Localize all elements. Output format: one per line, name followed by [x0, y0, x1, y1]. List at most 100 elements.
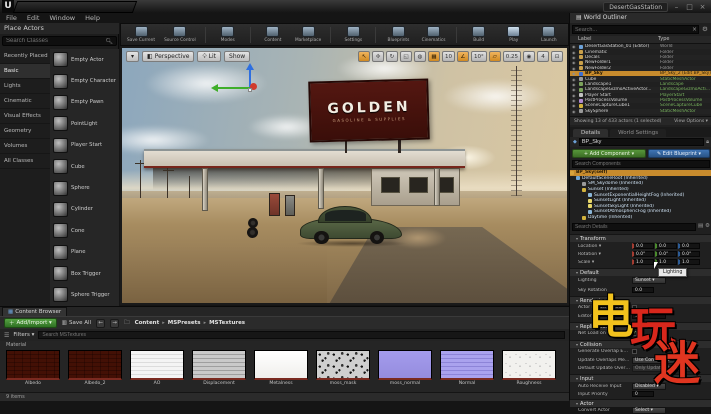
breadcrumb-mspresets[interactable]: MSPresets — [168, 320, 201, 326]
actor-item-pointlight[interactable]: PointLight — [50, 113, 119, 134]
outliner-row-cube[interactable]: ◉CubeStaticMeshActor — [570, 76, 711, 81]
convert-actor-dropdown[interactable]: Select ▾ — [632, 407, 666, 414]
details-filter-icon[interactable]: ▤ ⚙ — [698, 223, 710, 229]
visibility-eye-icon[interactable]: ◉ — [572, 66, 577, 71]
outliner-row-folder[interactable]: ◉DecalsFolder — [570, 55, 711, 60]
visibility-eye-icon[interactable]: ◉ — [572, 109, 577, 114]
scale-z-field[interactable]: 1.0 — [678, 259, 700, 265]
content-button[interactable]: Content — [260, 26, 286, 43]
components-search-input[interactable] — [572, 160, 710, 168]
tab-details[interactable]: Details — [573, 129, 608, 137]
section-actor[interactable]: Actor — [570, 399, 711, 407]
actor-item-sphere-trigger[interactable]: Sphere Trigger — [50, 284, 119, 305]
scale-x-field[interactable]: 1.0 — [632, 259, 654, 265]
show-button[interactable]: Show — [224, 51, 250, 62]
perspective-button[interactable]: ◧Perspective — [142, 51, 194, 62]
visibility-eye-icon[interactable]: ◉ — [572, 77, 577, 82]
cinematics-button[interactable]: Cinematics — [421, 26, 447, 43]
add-component-button[interactable]: + Add Component ▾ — [572, 149, 646, 158]
visibility-eye-icon[interactable]: ◉ — [572, 44, 577, 49]
source-control-button[interactable]: Source Control — [164, 26, 196, 43]
forward-button[interactable]: → — [110, 319, 119, 328]
maximize-viewport-button[interactable]: ⊡ — [551, 51, 563, 62]
category-basic[interactable]: Basic — [0, 64, 50, 79]
world-outliner-tab[interactable]: ▤ World Outliner — [570, 13, 711, 23]
actor-item-player-start[interactable]: Player Start — [50, 135, 119, 156]
lock-icon[interactable]: 🔒︎ — [706, 139, 709, 146]
visibility-eye-icon[interactable]: ◉ — [572, 55, 577, 60]
filter-chip-material[interactable]: Material — [6, 342, 26, 348]
default-overlaps-dropdown[interactable]: Only Update Movable ▾ — [632, 365, 691, 372]
content-browser-tab[interactable]: ▦ Content Browser — [2, 307, 67, 316]
add-import-button[interactable]: ＋Add/Import ▾ — [4, 318, 57, 328]
breadcrumb-content[interactable]: Content — [135, 320, 160, 326]
asset-tile-ao[interactable]: AO — [128, 350, 186, 390]
back-button[interactable]: ← — [96, 319, 105, 328]
asset-tile-metalness[interactable]: Metalness — [252, 350, 310, 390]
actor-name-field[interactable] — [579, 138, 704, 146]
asset-tile-moss-mask[interactable]: moss_mask — [314, 350, 372, 390]
grid-snap-value[interactable]: 10 — [442, 51, 455, 62]
rotation-snap-icon[interactable]: ∠ — [457, 51, 469, 62]
section-replication[interactable]: Replication — [570, 322, 711, 330]
minimize-button[interactable]: – — [672, 3, 681, 11]
visibility-eye-icon[interactable]: ◉ — [572, 60, 577, 65]
play-button[interactable]: Play — [501, 26, 527, 43]
close-button[interactable]: × — [698, 3, 707, 11]
actor-item-sphere[interactable]: Sphere — [50, 177, 119, 198]
scale-y-field[interactable]: 1.0 — [655, 259, 677, 265]
rotation-z-field[interactable]: 0.0° — [678, 251, 700, 257]
category-volumes[interactable]: Volumes — [0, 139, 50, 154]
asset-search-input[interactable] — [38, 331, 565, 339]
visibility-eye-icon[interactable]: ◉ — [572, 71, 577, 76]
category-geometry[interactable]: Geometry — [0, 124, 50, 139]
outliner-row-postprocess[interactable]: ◉PostProcessVolumePostProcessVolume — [570, 98, 711, 103]
marketplace-button[interactable]: Marketplace — [295, 26, 321, 43]
visibility-eye-icon[interactable]: ◉ — [572, 50, 577, 55]
menu-file[interactable]: File — [6, 14, 17, 22]
menu-edit[interactable]: Edit — [27, 14, 40, 22]
actor-item-cone[interactable]: Cone — [50, 220, 119, 241]
details-search-input[interactable] — [572, 223, 696, 231]
update-overlaps-dropdown[interactable]: Use Config Default ▾ — [632, 357, 685, 364]
section-default[interactable]: Default — [570, 268, 711, 276]
scale-snap-value[interactable]: 0.25 — [503, 51, 521, 62]
save-all-button[interactable]: ▥Save All — [62, 320, 91, 326]
visibility-eye-icon[interactable]: ◉ — [572, 87, 577, 92]
menu-window[interactable]: Window — [49, 14, 75, 22]
breadcrumb-mstextures[interactable]: MSTextures — [209, 320, 245, 326]
actor-item-plane[interactable]: Plane — [50, 242, 119, 263]
visibility-eye-icon[interactable]: ◉ — [572, 93, 577, 98]
outliner-search-input[interactable] — [572, 25, 699, 34]
edit-blueprint-button[interactable]: ✎ Edit Blueprint ▾ — [648, 149, 710, 158]
list-view-icon[interactable]: ☰ — [4, 332, 9, 339]
outliner-settings-icon[interactable]: ⚙ — [702, 25, 708, 33]
outliner-row-folder[interactable]: ◉CinematicFolder — [570, 49, 711, 54]
outliner-row-bp-sky-selected[interactable]: ◉BP_SkyBP_Sky_2 (Edit BP_Sky) — [570, 71, 711, 76]
rotation-x-field[interactable]: 0.0° — [632, 251, 654, 257]
category-all-classes[interactable]: All Classes — [0, 154, 50, 169]
tab-world-settings[interactable]: World Settings — [610, 129, 666, 137]
launch-button[interactable]: Launch — [536, 26, 562, 43]
outliner-row-folder[interactable]: ◉NewFolder1Folder — [570, 60, 711, 65]
actor-item-empty-pawn[interactable]: Empty Pawn — [50, 92, 119, 113]
select-tool-button[interactable]: ↖ — [358, 51, 370, 62]
transform-gizmo[interactable] — [211, 63, 271, 109]
actor-item-empty-character[interactable]: Empty Character — [50, 70, 119, 91]
camera-speed-value[interactable]: 4 — [537, 51, 549, 62]
lighting-dropdown[interactable]: Sunset ▾ — [632, 277, 666, 284]
billboard-scale-field[interactable]: 1.0 — [632, 313, 666, 319]
actor-item-box-trigger[interactable]: Box Trigger — [50, 263, 119, 284]
input-priority-field[interactable]: 0 — [632, 391, 654, 397]
actor-hidden-checkbox[interactable] — [632, 305, 637, 310]
settings-button[interactable]: Settings — [340, 26, 366, 43]
section-transform[interactable]: Transform — [570, 234, 711, 242]
location-x-field[interactable]: 0.0 — [632, 243, 654, 249]
section-rendering[interactable]: Rendering — [570, 296, 711, 304]
column-label[interactable]: Label — [570, 36, 658, 43]
rotation-y-field[interactable]: 0.0° — [655, 251, 677, 257]
rotation-snap-value[interactable]: 10° — [471, 51, 487, 62]
visibility-eye-icon[interactable]: ◉ — [572, 82, 577, 87]
auto-receive-input-dropdown[interactable]: Disabled ▾ — [632, 383, 666, 390]
view-options-button[interactable]: View Options ▾ — [674, 119, 708, 124]
